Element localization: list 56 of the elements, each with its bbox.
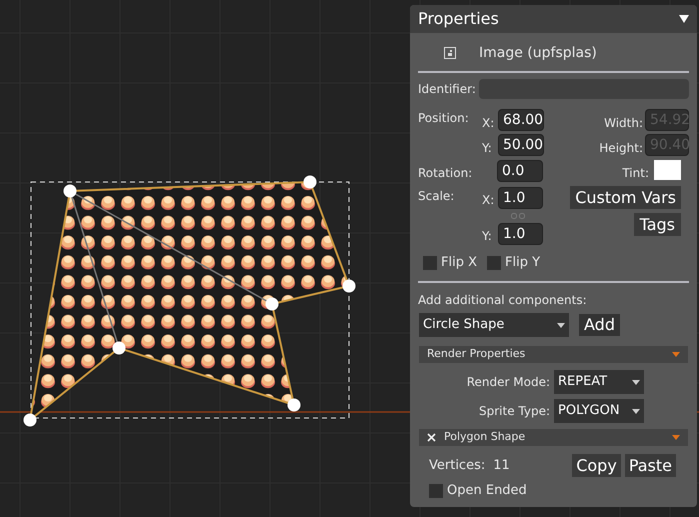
field-label: Width: [604,115,643,132]
vertices-count: 11 [493,456,510,475]
clipboard-button[interactable]: Paste [624,454,676,477]
field-label: Position: [418,110,469,127]
section-title: Polygon Shape [444,429,526,446]
vertex-handle[interactable] [24,414,36,426]
text-field[interactable]: 68.00 [498,109,544,131]
checkbox-label: Open Ended [447,482,527,500]
collapse-triangle-icon[interactable] [679,15,689,23]
vertex-handle[interactable] [342,280,356,292]
custom-vars-button[interactable]: Custom Vars [570,186,681,209]
caret-icon [632,408,640,414]
section-header[interactable]: Render Properties [419,346,688,363]
text-field[interactable]: 1.0 [498,223,543,245]
field-label: Height: [599,140,643,157]
vertex-handle[interactable] [304,176,316,188]
field-label: Y: [482,140,492,157]
checkbox[interactable] [487,256,501,270]
field-label: Render Mode: [466,374,550,391]
text-field[interactable]: 50.00 [498,134,544,156]
clipboard-button[interactable]: Copy [572,454,621,477]
vertex-handle[interactable] [288,398,300,412]
add-button[interactable]: Add [579,314,620,336]
field-label: Rotation: [418,165,472,182]
vertices-label: Vertices: [429,456,486,475]
tint-swatch[interactable] [654,160,681,180]
field-label: Scale: [418,188,454,205]
panel-title: Properties [418,8,499,30]
select-dropdown[interactable]: REPEAT [554,370,644,394]
checkbox-label: Flip X [441,254,477,272]
close-icon[interactable] [427,433,436,442]
tags-button[interactable]: Tags [634,213,681,236]
field-label: X: [482,115,494,132]
checkbox-label: Flip Y [505,254,540,272]
image-icon [444,47,456,59]
field-label: Y: [482,228,492,245]
field-label: Sprite Type: [478,403,550,420]
vertex-handle[interactable] [112,342,126,354]
object-name: Image (upfsplas) [479,44,597,62]
caret-icon [632,380,640,384]
caret-icon [557,322,565,328]
section-header[interactable]: Polygon Shape [419,429,688,446]
caret-icon [672,352,680,357]
field-label: Tint: [622,165,649,182]
vertex-handle[interactable] [64,184,76,198]
vertex-handle[interactable] [266,298,278,310]
section-label: Add additional components: [418,292,588,309]
field-label: Identifier: [418,81,476,98]
field-label: X: [482,192,494,209]
component-dropdown[interactable]: Circle Shape [419,313,569,337]
text-field[interactable]: 0.0 [497,160,543,182]
checkbox[interactable] [423,256,437,270]
text-field[interactable]: 1.0 [498,187,543,209]
caret-icon [672,435,680,440]
checkbox[interactable] [429,484,443,498]
select-dropdown[interactable]: POLYGON [554,399,644,423]
